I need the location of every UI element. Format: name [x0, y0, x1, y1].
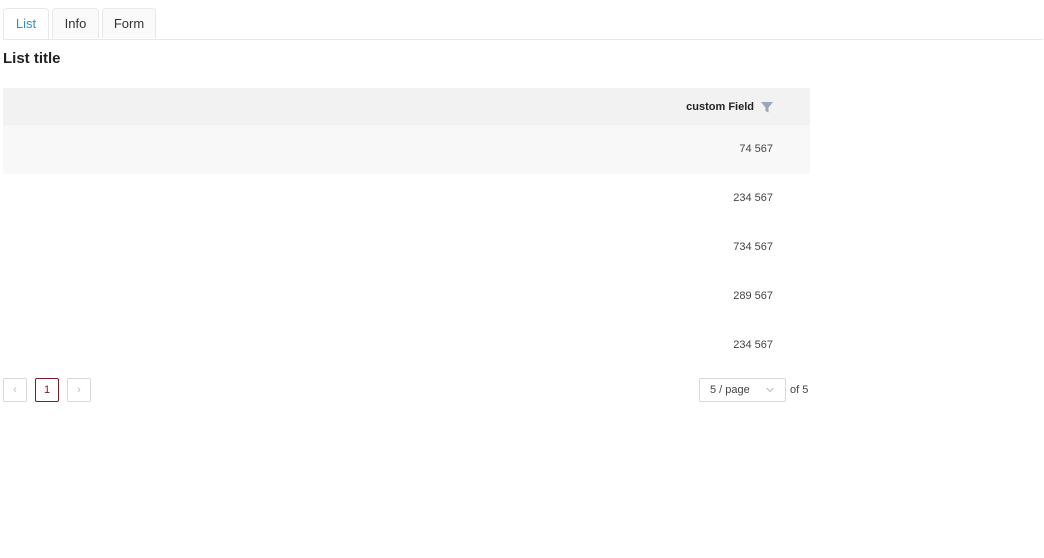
column-header-label: custom Field [686, 100, 754, 113]
data-table: custom Field 74 567 234 567 734 567 289 … [3, 88, 810, 370]
chevron-left-icon: ‹ [13, 384, 17, 396]
list-title: List title [3, 50, 61, 67]
page-size-select[interactable]: 5 / page [699, 378, 786, 402]
filter-icon[interactable] [760, 100, 774, 114]
tab-info[interactable]: Info [52, 8, 99, 38]
table-row[interactable]: 289 567 [3, 272, 810, 321]
cell-custom-field: 289 567 [733, 290, 773, 302]
tab-bar: List Info Form [3, 8, 1043, 40]
page-size-value: 5 / page [710, 384, 750, 396]
table-row[interactable]: 74 567 [3, 125, 810, 174]
prev-page-button[interactable]: ‹ [3, 378, 27, 402]
table-row[interactable]: 734 567 [3, 223, 810, 272]
chevron-down-icon [765, 379, 775, 410]
cell-custom-field: 734 567 [733, 241, 773, 253]
tab-list[interactable]: List [3, 8, 49, 39]
page-1-button[interactable]: 1 [35, 378, 59, 402]
table-header: custom Field [3, 88, 810, 125]
tab-form[interactable]: Form [102, 8, 156, 38]
cell-custom-field: 234 567 [733, 339, 773, 351]
table-row[interactable]: 234 567 [3, 321, 810, 370]
table-row[interactable]: 234 567 [3, 174, 810, 223]
column-header-custom-field[interactable]: custom Field [686, 88, 774, 125]
total-pages-text: of 5 [790, 384, 809, 396]
cell-custom-field: 74 567 [739, 143, 773, 155]
cell-custom-field: 234 567 [733, 192, 773, 204]
next-page-button[interactable]: › [67, 378, 91, 402]
chevron-right-icon: › [77, 384, 81, 396]
